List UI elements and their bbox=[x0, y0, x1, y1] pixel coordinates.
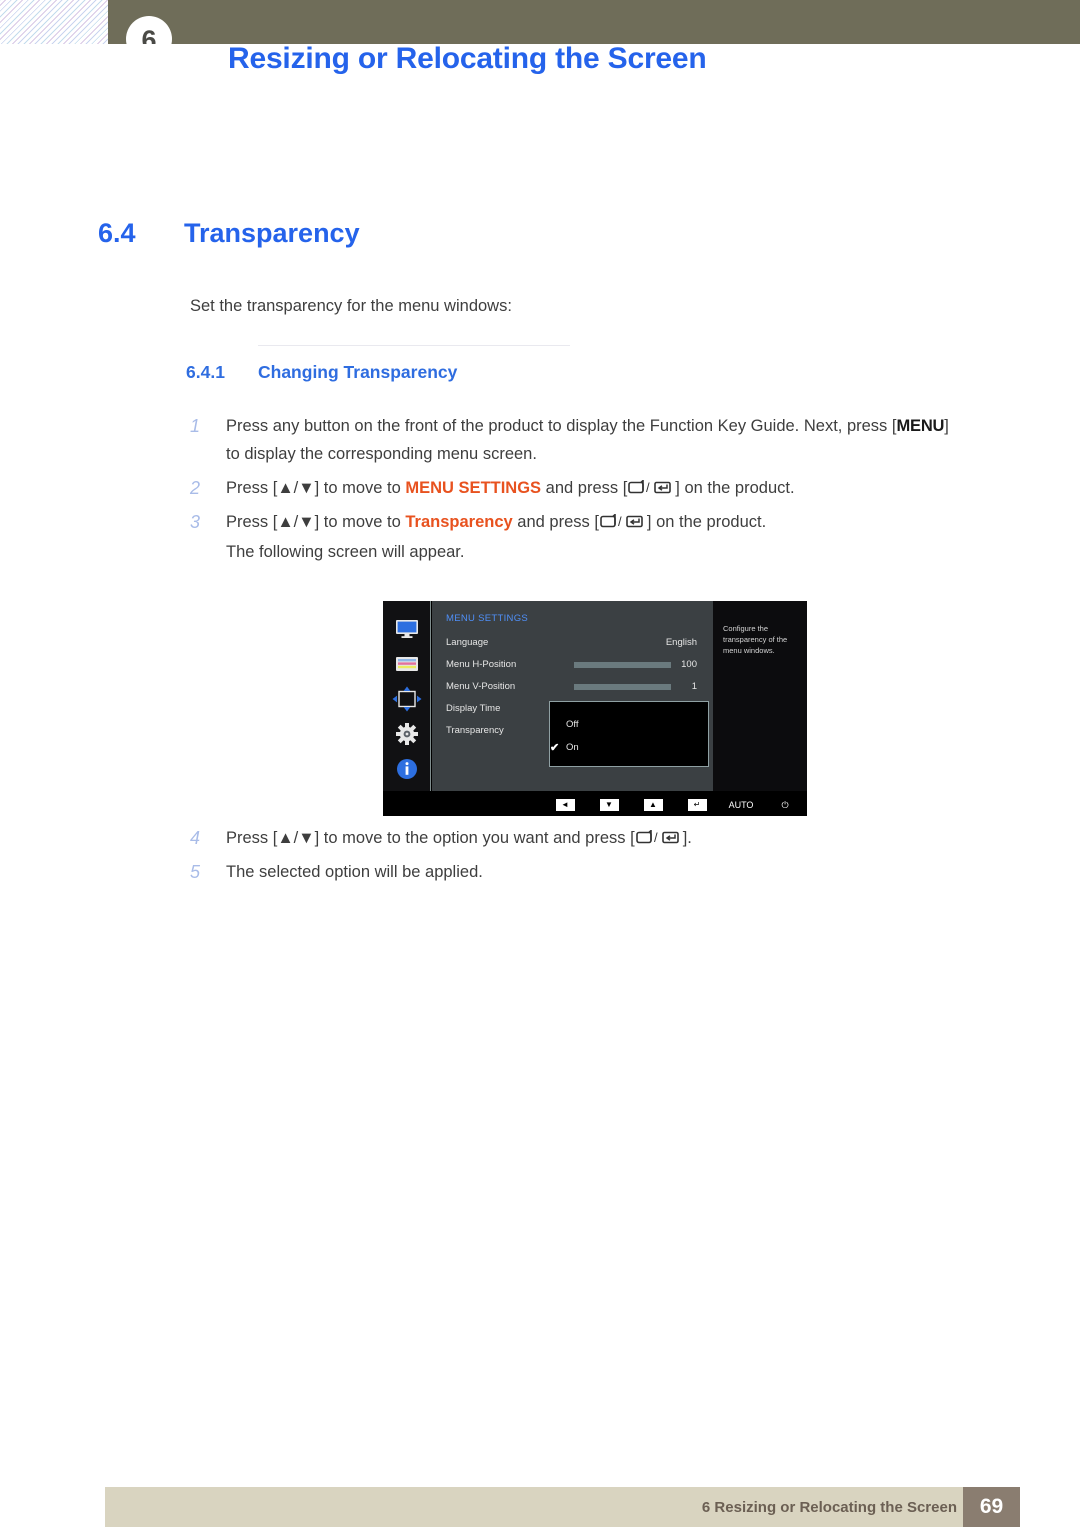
svg-text:/: / bbox=[646, 480, 650, 495]
down-arrow-button[interactable]: ▼ bbox=[587, 799, 631, 811]
step-text-second-line: to display the corresponding menu screen… bbox=[226, 445, 537, 463]
section-title: Transparency bbox=[184, 218, 360, 248]
section-heading: 6.4 Transparency bbox=[98, 218, 360, 249]
step-text-part: ] bbox=[944, 417, 949, 435]
step-text-part: Press [▲/▼] to move to bbox=[226, 513, 406, 531]
subsection-heading: 6.4.1 Changing Transparency bbox=[186, 362, 457, 383]
source-enter-key-icon: / bbox=[635, 826, 682, 854]
power-button[interactable]: ⏻ bbox=[763, 800, 807, 811]
step-text-part: and press [ bbox=[541, 479, 628, 497]
enter-icon: ↵ bbox=[687, 799, 707, 811]
osd-help-panel: Configure the transparency of the menu w… bbox=[713, 601, 807, 791]
osd-panel-title: MENU SETTINGS bbox=[446, 613, 529, 624]
auto-button[interactable]: AUTO bbox=[719, 800, 763, 810]
up-arrow-button[interactable]: ▲ bbox=[631, 799, 675, 811]
osd-row-language[interactable]: Language English bbox=[446, 637, 701, 659]
step-text-part: Press any button on the front of the pro… bbox=[226, 417, 897, 435]
step-number: 1 bbox=[190, 416, 201, 436]
up-arrow-icon: ▲ bbox=[643, 799, 663, 811]
position-arrows-icon[interactable] bbox=[392, 686, 422, 712]
step-item: 2 Press [▲/▼] to move to MENU SETTINGS a… bbox=[190, 474, 950, 504]
step-item: 4 Press [▲/▼] to move to the option you … bbox=[190, 824, 870, 854]
section-number: 6.4 bbox=[98, 218, 136, 248]
step-text: Press any button on the front of the pro… bbox=[226, 412, 1020, 468]
source-enter-key-icon: / bbox=[600, 510, 646, 538]
osd-row-value: English bbox=[665, 637, 697, 648]
osd-slider-track[interactable] bbox=[574, 662, 671, 668]
step-text-part: ]. bbox=[682, 829, 692, 847]
chapter-header-bar bbox=[108, 0, 1080, 44]
osd-row-label: Display Time bbox=[446, 703, 501, 714]
step-number: 2 bbox=[190, 478, 201, 498]
osd-option-label: Off bbox=[566, 719, 579, 730]
step-number: 3 bbox=[190, 512, 201, 532]
step-text-part: Press [▲/▼] to move to the option you wa… bbox=[226, 829, 635, 847]
step-number: 5 bbox=[190, 862, 201, 882]
subsection-divider bbox=[258, 345, 570, 346]
step-text: Press [▲/▼] to move to Transparency and … bbox=[226, 508, 950, 566]
osd-row-menu-v-position[interactable]: Menu V-Position 1 bbox=[446, 681, 701, 703]
step-text-part: Press [▲/▼] to move to bbox=[226, 479, 406, 497]
step-item: 1 Press any button on the front of the p… bbox=[190, 412, 1020, 468]
step-item: 5 The selected option will be applied. bbox=[190, 858, 870, 886]
menu-key-label: MENU bbox=[896, 417, 945, 435]
left-arrow-icon: ◄ bbox=[555, 799, 575, 811]
osd-help-text: Configure the transparency of the menu w… bbox=[723, 624, 788, 655]
step-text: The selected option will be applied. bbox=[226, 863, 483, 881]
step-text-second-line: The following screen will appear. bbox=[226, 543, 465, 561]
osd-row-label: Menu V-Position bbox=[446, 681, 516, 692]
subsection-number: 6.4.1 bbox=[186, 362, 225, 382]
osd-option-on[interactable]: ✔ On bbox=[550, 742, 579, 754]
osd-row-menu-h-position[interactable]: Menu H-Position 100 bbox=[446, 659, 701, 681]
left-arrow-button[interactable]: ◄ bbox=[543, 799, 587, 811]
monitor-icon[interactable] bbox=[392, 617, 422, 642]
osd-row-label: Menu H-Position bbox=[446, 659, 517, 670]
step-text: Press [▲/▼] to move to MENU SETTINGS and… bbox=[226, 474, 950, 504]
osd-option-label: On bbox=[566, 742, 579, 753]
subsection-title: Changing Transparency bbox=[258, 362, 458, 382]
osd-option-off[interactable]: Off bbox=[566, 719, 579, 730]
svg-text:/: / bbox=[654, 830, 658, 845]
osd-transparency-popup: Off ✔ On bbox=[549, 701, 709, 767]
svg-text:/: / bbox=[618, 514, 622, 529]
osd-slider-track[interactable] bbox=[574, 684, 671, 690]
gear-icon[interactable] bbox=[392, 722, 422, 747]
footer-text: 6 Resizing or Relocating the Screen bbox=[701, 1499, 957, 1516]
picture-color-icon[interactable] bbox=[392, 652, 422, 677]
step-number: 4 bbox=[190, 828, 201, 848]
osd-row-value: 100 bbox=[681, 659, 697, 670]
step-text-part: and press [ bbox=[512, 513, 599, 531]
osd-icon-sidebar bbox=[383, 601, 431, 791]
osd-button-bar: ◄ ▼ ▲ ↵ AUTO ⏻ bbox=[383, 794, 807, 816]
osd-row-label: Transparency bbox=[446, 725, 504, 736]
decorative-stripes bbox=[0, 0, 108, 44]
osd-screenshot: MENU SETTINGS Language English Menu H-Po… bbox=[383, 601, 807, 816]
footer-band: 6 Resizing or Relocating the Screen bbox=[105, 1487, 1020, 1527]
enter-button[interactable]: ↵ bbox=[675, 799, 719, 811]
source-enter-key-icon: / bbox=[628, 476, 674, 504]
info-icon[interactable] bbox=[392, 757, 422, 782]
step-text-part: ] on the product. bbox=[675, 479, 795, 497]
checkmark-icon: ✔ bbox=[550, 742, 560, 754]
step-text: Press [▲/▼] to move to the option you wa… bbox=[226, 824, 870, 854]
page-number-box: 69 bbox=[963, 1487, 1020, 1527]
transparency-highlight: Transparency bbox=[405, 513, 513, 531]
page-title: Resizing or Relocating the Screen bbox=[228, 42, 707, 75]
step-item: 3 Press [▲/▼] to move to Transparency an… bbox=[190, 508, 950, 566]
step-text-part: ] on the product. bbox=[646, 513, 767, 531]
menu-settings-highlight: MENU SETTINGS bbox=[405, 479, 542, 497]
osd-row-label: Language bbox=[446, 637, 489, 648]
osd-row-value: 1 bbox=[691, 681, 697, 692]
down-arrow-icon: ▼ bbox=[599, 799, 619, 811]
section-intro-text: Set the transparency for the menu window… bbox=[190, 297, 512, 315]
